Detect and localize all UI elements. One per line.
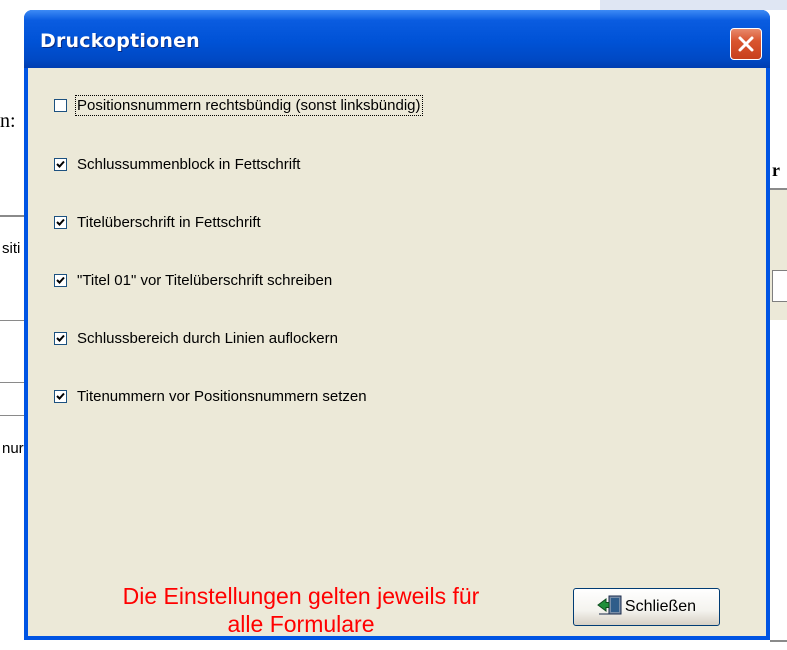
background-divider — [0, 415, 24, 416]
option-label: Schlussummenblock in Fettschrift — [77, 155, 301, 173]
checkmark-icon — [56, 218, 65, 226]
background-divider — [0, 215, 24, 217]
option-right-aligned-position-numbers[interactable]: Positionsnummern rechtsbündig (sonst lin… — [54, 94, 423, 116]
background-divider — [0, 382, 24, 383]
background-divider — [0, 320, 24, 321]
option-label: Titenummern vor Positionsnummern setzen — [77, 387, 367, 405]
background-divider — [770, 640, 787, 642]
option-checkbox[interactable] — [54, 98, 67, 112]
option-label: Schlussbereich durch Linien auflockern — [77, 329, 338, 347]
option-label: Positionsnummern rechtsbündig (sonst lin… — [75, 94, 423, 116]
dialog-client-area: Positionsnummern rechtsbündig (sonst lin… — [28, 68, 766, 638]
close-button[interactable]: Schließen — [573, 588, 720, 626]
background-text-fragment: r — [772, 160, 780, 180]
option-checkbox[interactable] — [54, 389, 67, 403]
checkmark-icon — [56, 276, 65, 284]
option-checkbox[interactable] — [54, 273, 67, 287]
print-options-dialog: Druckoptionen Positionsnummern rechtsbün… — [24, 10, 770, 640]
exit-door-icon — [597, 595, 623, 620]
background-field — [772, 270, 787, 302]
notice-line-2: alle Formulare — [227, 611, 375, 637]
background-text-fragment: n: — [0, 110, 16, 132]
checkmark-icon — [56, 392, 65, 400]
option-checkbox[interactable] — [54, 157, 67, 171]
checkmark-icon — [56, 334, 65, 342]
option-title-numbers-prefix[interactable]: Titenummern vor Positionsnummern setzen — [54, 386, 367, 406]
close-button-label: Schließen — [624, 598, 697, 615]
dialog-titlebar[interactable]: Druckoptionen — [24, 10, 770, 68]
option-label: Titelüberschrift in Fettschrift — [77, 213, 261, 231]
option-bold-title-heading[interactable]: Titelüberschrift in Fettschrift — [54, 212, 261, 232]
option-divider-lines[interactable]: Schlussbereich durch Linien auflockern — [54, 328, 338, 348]
settings-notice: Die Einstellungen gelten jeweils für all… — [36, 582, 566, 638]
notice-line-1: Die Einstellungen gelten jeweils für — [122, 583, 480, 609]
dialog-title: Druckoptionen — [40, 30, 200, 52]
option-label: "Titel 01" vor Titelüberschrift schreibe… — [77, 271, 333, 289]
background-text-fragment: nur — [2, 440, 24, 457]
option-checkbox[interactable] — [54, 331, 67, 345]
option-bold-total-block[interactable]: Schlussummenblock in Fettschrift — [54, 154, 300, 174]
background-text-fragment: siti — [2, 240, 21, 257]
checkmark-icon — [56, 160, 65, 168]
option-title-prefix[interactable]: "Titel 01" vor Titelüberschrift schreibe… — [54, 270, 332, 290]
close-x-icon[interactable] — [730, 28, 762, 60]
background-toolbar-strip — [600, 0, 787, 10]
option-checkbox[interactable] — [54, 215, 67, 229]
